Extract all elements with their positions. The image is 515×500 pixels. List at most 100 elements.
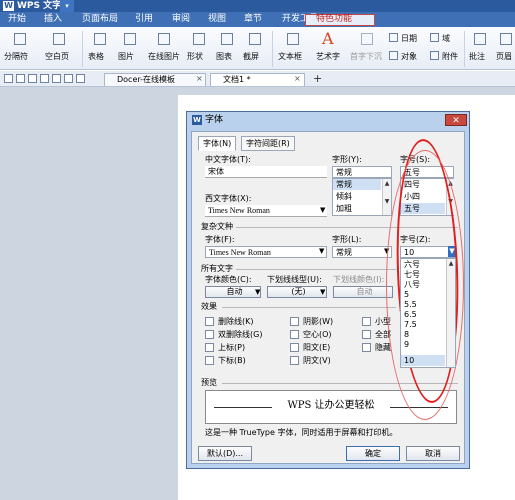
- add-tab-icon[interactable]: +: [313, 72, 322, 85]
- underline-select[interactable]: (无): [267, 286, 327, 298]
- style-input[interactable]: 常规: [332, 166, 392, 178]
- close-icon[interactable]: ×: [196, 74, 203, 83]
- complex-style-select[interactable]: 常规: [332, 246, 392, 258]
- textbox-icon[interactable]: [287, 33, 299, 45]
- header-button[interactable]: 页眉: [496, 51, 512, 62]
- menu-references[interactable]: 引用: [135, 12, 153, 27]
- emboss-checkbox[interactable]: [290, 343, 299, 352]
- page-break-icon[interactable]: [14, 33, 26, 45]
- chevron-down-icon[interactable]: ▼: [255, 287, 260, 298]
- list-item[interactable]: 加粗: [333, 203, 381, 214]
- cn-font-input[interactable]: 宋体: [205, 166, 327, 178]
- west-font-input[interactable]: Times New Roman: [205, 205, 327, 217]
- customize-icon[interactable]: [76, 74, 85, 83]
- shadow-checkbox[interactable]: [290, 317, 299, 326]
- default-button[interactable]: 默认(D)...: [198, 446, 252, 461]
- date-button[interactable]: 日期: [401, 33, 417, 44]
- menu-review[interactable]: 审阅: [172, 12, 190, 27]
- underline-color-select[interactable]: 自动: [333, 286, 393, 298]
- comment-icon[interactable]: [474, 33, 486, 45]
- outline-label: 空心(O): [303, 330, 332, 339]
- menu-special-features[interactable]: 特色功能: [316, 12, 352, 27]
- double-strikethrough-checkbox[interactable]: [205, 330, 214, 339]
- list-item[interactable]: 9: [401, 339, 445, 350]
- double-strikethrough-label: 双删除线(G): [218, 330, 263, 339]
- cancel-button[interactable]: 取消: [406, 446, 460, 461]
- attachment-icon[interactable]: [430, 51, 439, 60]
- tab-font[interactable]: 字体(N): [198, 136, 237, 151]
- table-button[interactable]: 表格: [88, 51, 104, 62]
- drop-cap-button[interactable]: 首字下沉: [350, 51, 382, 62]
- shapes-button[interactable]: 形状: [187, 51, 203, 62]
- screenshot-button[interactable]: 截屏: [243, 51, 259, 62]
- hidden-checkbox[interactable]: [362, 343, 371, 352]
- ok-button[interactable]: 确定: [346, 446, 400, 461]
- wordart-button[interactable]: 艺术字: [316, 51, 340, 62]
- west-font-label: 西文字体(X):: [205, 194, 252, 203]
- list-item[interactable]: 10: [401, 355, 445, 366]
- app-menu-dropdown-icon[interactable]: ▾: [60, 0, 74, 12]
- menu-view[interactable]: 视图: [208, 12, 226, 27]
- shapes-icon[interactable]: [193, 33, 205, 45]
- chevron-down-icon[interactable]: ▼: [319, 246, 324, 257]
- object-button[interactable]: 对象: [401, 51, 417, 62]
- subscript-checkbox[interactable]: [205, 356, 214, 365]
- menu-page-layout[interactable]: 页面布局: [82, 12, 118, 27]
- drop-cap-icon[interactable]: [361, 33, 373, 45]
- export-pdf-icon[interactable]: [16, 74, 25, 83]
- redo-icon[interactable]: [64, 74, 73, 83]
- close-icon[interactable]: ✕: [445, 114, 467, 126]
- attachment-button[interactable]: 附件: [442, 51, 458, 62]
- list-item[interactable]: 倾斜: [333, 191, 381, 202]
- strikethrough-checkbox[interactable]: [205, 317, 214, 326]
- all-text-section-title: 所有文字: [201, 264, 233, 273]
- tab-docer-template[interactable]: Docer-在线模板: [104, 73, 206, 86]
- tab-document[interactable]: 文档1 *: [210, 73, 305, 86]
- undo-icon[interactable]: [52, 74, 61, 83]
- menu-insert[interactable]: 插入: [44, 12, 62, 27]
- table-icon[interactable]: [94, 33, 106, 45]
- menu-section[interactable]: 章节: [244, 12, 262, 27]
- picture-button[interactable]: 图片: [118, 51, 134, 62]
- chart-button[interactable]: 图表: [216, 51, 232, 62]
- tab-character-spacing[interactable]: 字符间距(R): [241, 136, 295, 151]
- cn-font-label: 中文字体(T):: [205, 155, 251, 164]
- font-color-select[interactable]: 自动: [205, 286, 261, 298]
- field-icon[interactable]: [430, 33, 439, 42]
- menu-home[interactable]: 开始: [8, 12, 26, 27]
- complex-style-label: 字形(L):: [332, 235, 362, 244]
- screenshot-icon[interactable]: [249, 33, 261, 45]
- object-icon[interactable]: [389, 51, 398, 60]
- scrollbar[interactable]: ▲: [446, 259, 455, 367]
- page-break-button[interactable]: 分隔符: [4, 51, 28, 62]
- hidden-label: 隐藏: [375, 343, 391, 352]
- scrollbar[interactable]: ▲ ▼: [382, 179, 391, 215]
- online-picture-icon[interactable]: [158, 33, 170, 45]
- save-icon[interactable]: [4, 74, 13, 83]
- textbox-button[interactable]: 文本框: [278, 51, 302, 62]
- online-picture-button[interactable]: 在线图片: [148, 51, 180, 62]
- list-item[interactable]: 常规: [333, 179, 381, 190]
- all-caps-checkbox[interactable]: [362, 330, 371, 339]
- chevron-down-icon[interactable]: ▼: [320, 205, 325, 216]
- date-icon[interactable]: [389, 33, 398, 42]
- small-caps-checkbox[interactable]: [362, 317, 371, 326]
- complex-font-select[interactable]: Times New Roman: [205, 246, 327, 258]
- outline-checkbox[interactable]: [290, 330, 299, 339]
- underline-color-label: 下划线颜色(I):: [333, 275, 385, 284]
- picture-icon[interactable]: [124, 33, 136, 45]
- blank-page-button[interactable]: 空白页: [45, 51, 69, 62]
- close-icon[interactable]: ×: [294, 74, 301, 83]
- wordart-icon[interactable]: A: [322, 29, 334, 48]
- chevron-down-icon[interactable]: ▼: [320, 287, 325, 298]
- engrave-checkbox[interactable]: [290, 356, 299, 365]
- superscript-checkbox[interactable]: [205, 343, 214, 352]
- field-button[interactable]: 域: [442, 33, 450, 44]
- header-icon[interactable]: [500, 33, 512, 45]
- complex-section-title: 复杂文种: [201, 222, 233, 231]
- print-preview-icon[interactable]: [40, 74, 49, 83]
- blank-page-icon[interactable]: [53, 33, 65, 45]
- print-icon[interactable]: [28, 74, 37, 83]
- chart-icon[interactable]: [221, 33, 233, 45]
- comment-button[interactable]: 批注: [469, 51, 485, 62]
